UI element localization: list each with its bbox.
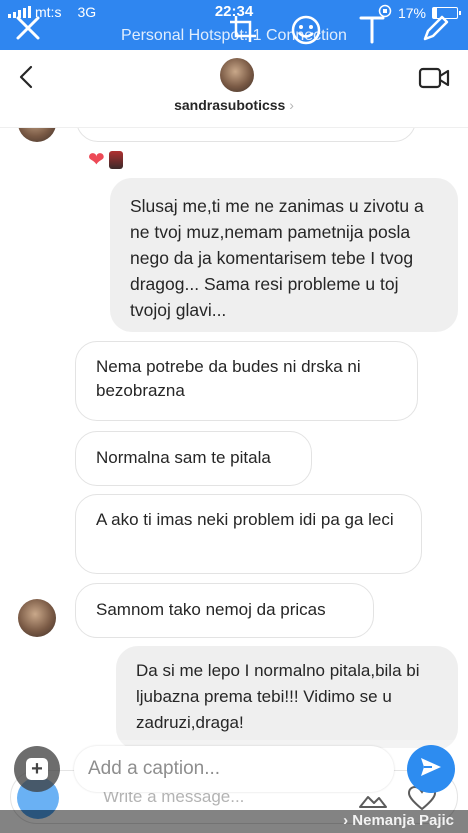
sticker-icon[interactable] [290,14,322,51]
avatar[interactable] [220,58,254,92]
chevron-right-icon: › [289,97,294,113]
message-bubble[interactable]: Nema potrebe da budes ni drska ni bezobr… [75,341,418,421]
avatar [18,128,56,142]
video-call-icon[interactable] [418,66,450,90]
send-button[interactable] [407,745,455,793]
text-icon[interactable] [358,14,386,49]
plus-icon: + [26,758,48,780]
avatar[interactable] [18,599,56,637]
message-bubble-cropped [76,128,416,142]
close-icon[interactable] [14,14,42,47]
avatar [108,151,123,169]
heart-icon: ❤ [88,149,105,171]
watermark: › Nemanja Pajic [343,812,454,829]
profile-username[interactable]: sandrasuboticss › [0,97,468,113]
message-thread[interactable]: ❤ Slusaj me,ti me ne zanimas u zivotu a … [0,128,468,748]
message-bubble[interactable]: A ako ti imas neki problem idi pa ga lec… [75,494,422,574]
pen-icon[interactable] [420,14,450,49]
crop-icon[interactable] [228,14,258,49]
message-bubble[interactable]: Normalna sam te pitala [75,431,312,486]
back-icon[interactable] [14,64,40,90]
message-bubble[interactable]: Da si me lepo I normalno pitala,bila bi … [116,646,458,748]
status-bar: mt:s 3G 22:34 17% Personal Hotspot: 1 Co… [0,0,468,50]
conversation-header: sandrasuboticss › [0,50,468,128]
message-reactions[interactable]: ❤ [88,150,123,170]
add-button[interactable]: + [14,746,60,792]
message-bubble[interactable]: Slusaj me,ti me ne zanimas u zivotu a ne… [110,178,458,332]
send-icon [418,755,444,784]
username-label: sandrasuboticss [174,97,286,113]
message-bubble[interactable]: Samnom tako nemoj da pricas [75,583,374,638]
caption-input[interactable] [74,746,394,792]
